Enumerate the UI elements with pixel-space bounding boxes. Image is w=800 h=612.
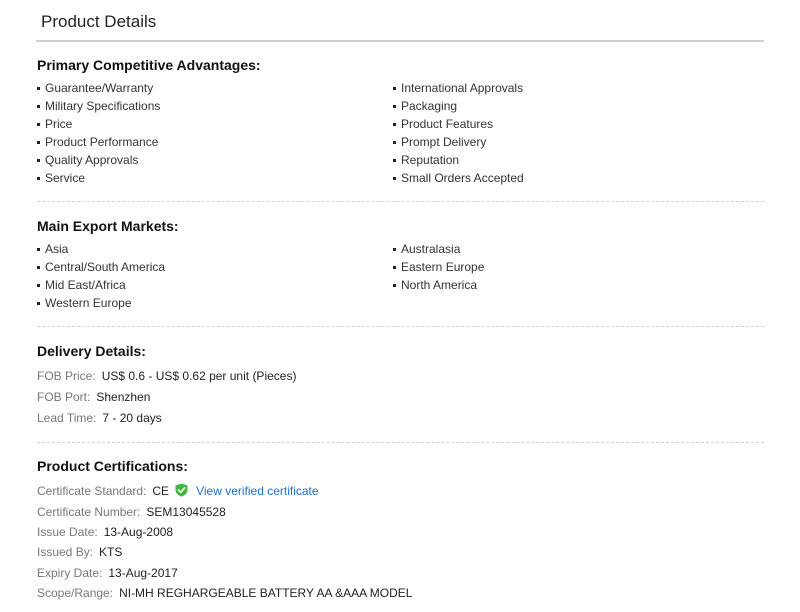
list-item: Packaging bbox=[393, 97, 524, 115]
scope-range-row: Scope/Range: NI-MH REGHARGEABLE BATTERY A… bbox=[37, 583, 412, 603]
issued-by-row: Issued By: KTS bbox=[37, 542, 122, 562]
markets-list-left: Asia Central/South America Mid East/Afri… bbox=[37, 240, 165, 312]
issue-date-value: 13-Aug-2008 bbox=[103, 525, 174, 539]
list-item: Military Specifications bbox=[37, 97, 160, 115]
list-item: Service bbox=[37, 169, 160, 187]
fob-port-label: FOB Port: bbox=[37, 390, 91, 404]
certificate-standard-value: CE bbox=[152, 484, 170, 498]
issue-date-label: Issue Date: bbox=[37, 525, 98, 539]
expiry-date-label: Expiry Date: bbox=[37, 566, 103, 580]
certificate-number-label: Certificate Number: bbox=[37, 505, 141, 519]
certificate-number-value: SEM13045528 bbox=[146, 505, 226, 519]
list-item: Price bbox=[37, 115, 160, 133]
list-item: Australasia bbox=[393, 240, 484, 258]
list-item: Western Europe bbox=[37, 294, 165, 312]
list-item: Central/South America bbox=[37, 258, 165, 276]
fob-price-value: US$ 0.6 - US$ 0.62 per unit (Pieces) bbox=[101, 369, 297, 383]
list-item: Reputation bbox=[393, 151, 524, 169]
fob-port-value: Shenzhen bbox=[96, 390, 151, 404]
expiry-date-row: Expiry Date: 13-Aug-2017 bbox=[37, 563, 178, 583]
list-item: Quality Approvals bbox=[37, 151, 160, 169]
scope-range-value: NI-MH REGHARGEABLE BATTERY AA &AAA MODEL bbox=[119, 586, 413, 600]
advantages-section: Primary Competitive Advantages: Guarante… bbox=[37, 57, 764, 187]
certificate-standard-label: Certificate Standard: bbox=[37, 484, 147, 498]
advantages-list-right: International Approvals Packaging Produc… bbox=[393, 79, 524, 187]
view-verified-certificate-link[interactable]: View verified certificate bbox=[196, 484, 319, 498]
list-item: Asia bbox=[37, 240, 165, 258]
certificate-standard-row: Certificate Standard: CE View verified cer… bbox=[37, 481, 319, 501]
delivery-heading: Delivery Details: bbox=[37, 343, 146, 359]
section-divider bbox=[37, 326, 764, 327]
markets-heading: Main Export Markets: bbox=[37, 218, 179, 234]
section-divider bbox=[37, 442, 764, 443]
issued-by-label: Issued By: bbox=[37, 545, 94, 559]
fob-price-row: FOB Price: US$ 0.6 - US$ 0.62 per unit (P… bbox=[37, 366, 296, 386]
list-item: Small Orders Accepted bbox=[393, 169, 524, 187]
markets-section: Main Export Markets: Asia Central/South … bbox=[37, 218, 764, 314]
advantages-list-left: Guarantee/Warranty Military Specificatio… bbox=[37, 79, 160, 187]
expiry-date-value: 13-Aug-2017 bbox=[108, 566, 178, 580]
list-item: Product Features bbox=[393, 115, 524, 133]
list-item: Prompt Delivery bbox=[393, 133, 524, 151]
list-item: North America bbox=[393, 276, 484, 294]
certificate-number-row: Certificate Number: SEM13045528 bbox=[37, 502, 226, 522]
issue-date-row: Issue Date: 13-Aug-2008 bbox=[37, 522, 173, 542]
list-item: Product Performance bbox=[37, 133, 160, 151]
list-item: Mid East/Africa bbox=[37, 276, 165, 294]
page-title: Product Details bbox=[41, 12, 157, 31]
issued-by-value: KTS bbox=[99, 545, 123, 559]
lead-time-row: Lead Time: 7 - 20 days bbox=[37, 408, 162, 428]
list-item: Guarantee/Warranty bbox=[37, 79, 160, 97]
shield-check-icon bbox=[175, 483, 188, 497]
delivery-section: Delivery Details: FOB Price: US$ 0.6 - US… bbox=[37, 343, 764, 433]
advantages-heading: Primary Competitive Advantages: bbox=[37, 57, 261, 73]
fob-price-label: FOB Price: bbox=[37, 369, 96, 383]
title-divider bbox=[36, 40, 764, 42]
list-item: Eastern Europe bbox=[393, 258, 484, 276]
certifications-heading: Product Certifications: bbox=[37, 458, 188, 474]
list-item: International Approvals bbox=[393, 79, 524, 97]
product-details-page: Product Details Primary Competitive Adva… bbox=[0, 0, 800, 612]
lead-time-value: 7 - 20 days bbox=[102, 411, 162, 425]
certifications-section: Product Certifications: Certificate Stan… bbox=[37, 458, 764, 608]
scope-range-label: Scope/Range: bbox=[37, 586, 114, 600]
markets-list-right: Australasia Eastern Europe North America bbox=[393, 240, 484, 294]
section-divider bbox=[37, 201, 764, 202]
fob-port-row: FOB Port: Shenzhen bbox=[37, 387, 150, 407]
lead-time-label: Lead Time: bbox=[37, 411, 97, 425]
